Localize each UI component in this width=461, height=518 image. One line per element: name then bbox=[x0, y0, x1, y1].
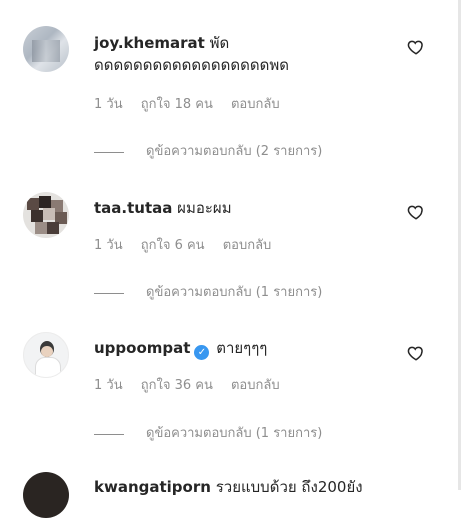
divider bbox=[94, 433, 124, 435]
comment-text-continued: ดดดดดดดดดดดดดดดดดดพด bbox=[94, 56, 289, 74]
comment-time[interactable]: 1 วัน bbox=[94, 97, 123, 112]
comment-likes[interactable]: ถูกใจ 18 คน bbox=[141, 97, 213, 112]
comment-line: taa.tutaa ผมอะผม bbox=[94, 197, 232, 219]
view-replies-label: ดูข้อความตอบกลับ (1 รายการ) bbox=[146, 426, 323, 441]
comment-meta: 1 วัน ถูกใจ 36 คน ตอบกลับ bbox=[94, 377, 294, 395]
avatar-shirt bbox=[35, 357, 61, 377]
view-replies-button[interactable]: ดูข้อความตอบกลับ (2 รายการ) bbox=[94, 143, 322, 161]
divider bbox=[94, 292, 124, 294]
comment-text: ผมอะผม bbox=[177, 199, 232, 217]
reply-button[interactable]: ตอบกลับ bbox=[223, 238, 272, 253]
view-replies-label: ดูข้อความตอบกลับ (2 รายการ) bbox=[146, 144, 323, 159]
comment-meta: 1 วัน ถูกใจ 18 คน ตอบกลับ bbox=[94, 96, 294, 114]
avatar[interactable] bbox=[23, 472, 69, 518]
avatar[interactable] bbox=[23, 26, 69, 72]
heart-outline-icon[interactable] bbox=[407, 344, 425, 362]
view-replies-button[interactable]: ดูข้อความตอบกลับ (1 รายการ) bbox=[94, 425, 322, 443]
comment-likes[interactable]: ถูกใจ 36 คน bbox=[141, 378, 213, 393]
divider bbox=[94, 151, 124, 153]
reply-button[interactable]: ตอบกลับ bbox=[231, 97, 280, 112]
reply-button[interactable]: ตอบกลับ bbox=[231, 378, 280, 393]
comment-line: uppoompat ✓ ตายๆๆๆ bbox=[94, 337, 267, 360]
comment-text: ตายๆๆๆ bbox=[216, 339, 268, 357]
comment-time[interactable]: 1 วัน bbox=[94, 238, 123, 253]
comment-text: พัด bbox=[209, 34, 230, 52]
comment-username[interactable]: uppoompat bbox=[94, 339, 190, 357]
comment-username[interactable]: taa.tutaa bbox=[94, 199, 172, 217]
view-replies-button[interactable]: ดูข้อความตอบกลับ (1 รายการ) bbox=[94, 284, 322, 302]
comment-meta: 1 วัน ถูกใจ 6 คน ตอบกลับ bbox=[94, 237, 285, 255]
comment-line: joy.khemarat พัด bbox=[94, 32, 229, 54]
comment-time[interactable]: 1 วัน bbox=[94, 378, 123, 393]
comment-username[interactable]: joy.khemarat bbox=[94, 34, 205, 52]
heart-outline-icon[interactable] bbox=[407, 203, 425, 221]
verified-badge-icon: ✓ bbox=[194, 345, 210, 360]
heart-outline-icon[interactable] bbox=[407, 38, 425, 56]
avatar[interactable] bbox=[23, 192, 69, 238]
comment-username[interactable]: kwangatiporn bbox=[94, 478, 211, 496]
avatar-face bbox=[41, 346, 53, 357]
comment-line: kwangatiporn รวยแบบด้วย ถึง200ยัง bbox=[94, 476, 363, 498]
avatar[interactable] bbox=[23, 332, 69, 378]
comment-likes[interactable]: ถูกใจ 6 คน bbox=[141, 238, 205, 253]
view-replies-label: ดูข้อความตอบกลับ (1 รายการ) bbox=[146, 285, 323, 300]
comment-text: รวยแบบด้วย ถึง200ยัง bbox=[215, 478, 363, 496]
